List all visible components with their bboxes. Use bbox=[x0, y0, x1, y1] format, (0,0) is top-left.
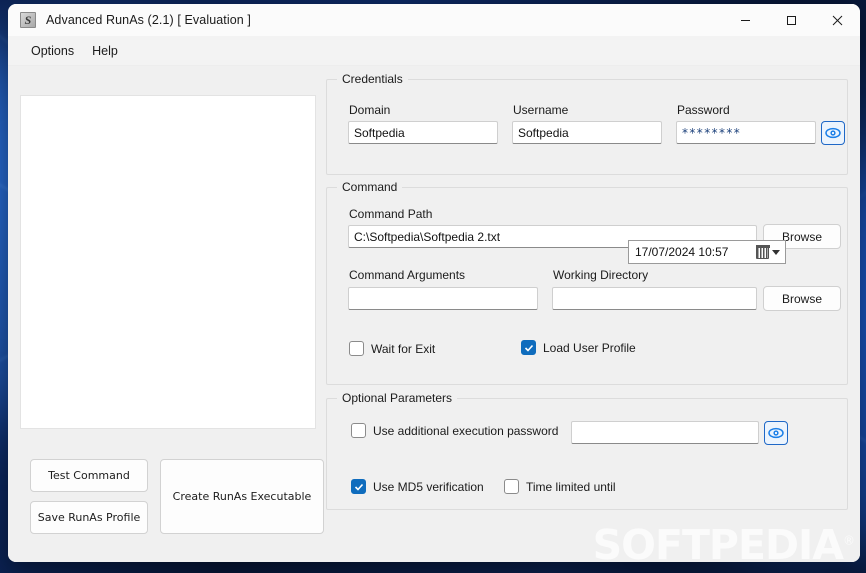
load-user-profile-label: Load User Profile bbox=[543, 340, 636, 355]
use-md5-verification-checkbox[interactable]: Use MD5 verification bbox=[351, 479, 484, 494]
password-input[interactable] bbox=[676, 121, 816, 144]
application-window: S Advanced RunAs (2.1) [ Evaluation ] Op… bbox=[8, 4, 860, 562]
menu-item-help[interactable]: Help bbox=[83, 41, 127, 61]
time-limited-until-checkbox[interactable]: Time limited until bbox=[504, 479, 616, 494]
profiles-listbox[interactable] bbox=[20, 95, 316, 429]
working-directory-input[interactable] bbox=[552, 287, 757, 310]
close-icon[interactable] bbox=[814, 4, 860, 36]
use-md5-verification-label: Use MD5 verification bbox=[373, 479, 484, 494]
checkbox-box bbox=[351, 479, 366, 494]
password-label: Password bbox=[677, 103, 730, 117]
eye-icon[interactable] bbox=[764, 421, 788, 445]
window-controls bbox=[722, 4, 860, 36]
credentials-legend: Credentials bbox=[337, 72, 408, 86]
checkbox-box bbox=[351, 423, 366, 438]
title-bar: S Advanced RunAs (2.1) [ Evaluation ] bbox=[8, 4, 860, 36]
command-group: Command Command Path Browse Command Argu… bbox=[326, 180, 848, 385]
wait-for-exit-label: Wait for Exit bbox=[371, 341, 436, 356]
test-command-button[interactable]: Test Command bbox=[30, 459, 148, 492]
browse-working-directory-button[interactable]: Browse bbox=[763, 286, 841, 311]
additional-password-input[interactable] bbox=[571, 421, 759, 444]
datetime-value: 17/07/2024 10:57 bbox=[635, 245, 729, 259]
working-directory-label: Working Directory bbox=[553, 268, 649, 282]
command-arguments-input[interactable] bbox=[348, 287, 538, 310]
username-input[interactable] bbox=[512, 121, 662, 144]
eye-icon[interactable] bbox=[821, 121, 845, 145]
optional-parameters-group: Optional Parameters Use additional execu… bbox=[326, 391, 848, 510]
domain-label: Domain bbox=[349, 103, 391, 117]
datetime-picker[interactable]: 17/07/2024 10:57 bbox=[628, 240, 786, 264]
softpedia-watermark: SOFTPEDIA® bbox=[593, 525, 855, 563]
client-area: Test Command Save RunAs Profile Create R… bbox=[8, 66, 860, 562]
minimize-icon[interactable] bbox=[722, 4, 768, 36]
domain-input[interactable] bbox=[348, 121, 498, 144]
desktop-background: S Advanced RunAs (2.1) [ Evaluation ] Op… bbox=[0, 0, 866, 573]
action-buttons-panel: Test Command Save RunAs Profile Create R… bbox=[20, 459, 324, 534]
use-additional-password-label: Use additional execution password bbox=[373, 423, 559, 438]
command-legend: Command bbox=[337, 180, 403, 194]
menu-bar: Options Help bbox=[8, 36, 860, 66]
calendar-icon[interactable] bbox=[755, 245, 770, 259]
watermark-registered-mark: ® bbox=[843, 533, 855, 548]
command-arguments-label: Command Arguments bbox=[349, 268, 466, 282]
wait-for-exit-checkbox[interactable]: Wait for Exit bbox=[349, 341, 435, 356]
username-label: Username bbox=[513, 103, 569, 117]
maximize-icon[interactable] bbox=[768, 4, 814, 36]
app-s-icon: S bbox=[20, 12, 36, 28]
create-runas-executable-button[interactable]: Create RunAs Executable bbox=[160, 459, 324, 534]
window-title: Advanced RunAs (2.1) [ Evaluation ] bbox=[46, 13, 252, 27]
checkbox-box bbox=[521, 340, 536, 355]
save-runas-profile-button[interactable]: Save RunAs Profile bbox=[30, 501, 148, 534]
use-additional-password-checkbox[interactable]: Use additional execution password bbox=[351, 423, 558, 438]
menu-item-options[interactable]: Options bbox=[22, 41, 83, 61]
load-user-profile-checkbox[interactable]: Load User Profile bbox=[521, 340, 636, 355]
time-limited-until-label: Time limited until bbox=[526, 479, 616, 494]
credentials-group: Credentials Domain Username Password bbox=[326, 72, 848, 175]
watermark-text: SOFTPEDIA bbox=[592, 521, 844, 563]
datetime-picker-icons bbox=[755, 245, 785, 259]
checkbox-box bbox=[349, 341, 364, 356]
command-path-label: Command Path bbox=[349, 207, 433, 221]
chevron-down-icon[interactable] bbox=[772, 249, 780, 255]
optional-parameters-legend: Optional Parameters bbox=[337, 391, 458, 405]
checkbox-box bbox=[504, 479, 519, 494]
